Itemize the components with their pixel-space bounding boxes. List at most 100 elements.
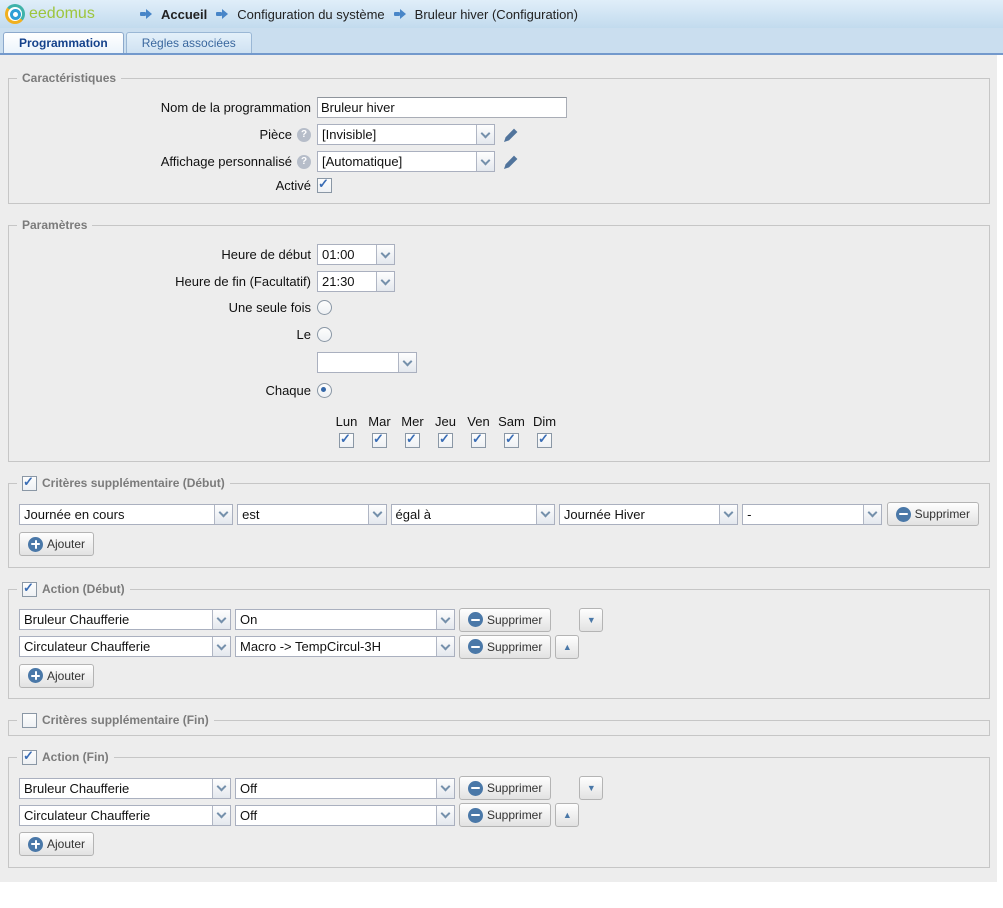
add-action-button[interactable]: Ajouter [19, 832, 94, 856]
action-row: Circulateur Chaufferie Off Supprimer ▲ [19, 803, 979, 827]
enabled-checkbox[interactable] [317, 178, 332, 193]
custom-display-select[interactable]: [Automatique] [317, 151, 495, 172]
each-radio[interactable] [317, 383, 332, 398]
programmation-name-input[interactable] [317, 97, 567, 118]
chevron-down-icon [398, 353, 416, 372]
delete-action-button[interactable]: Supprimer [459, 803, 551, 827]
plus-icon [28, 837, 43, 852]
action-device-select[interactable]: Circulateur Chaufferie [19, 805, 231, 826]
add-criteria-button[interactable]: Ajouter [19, 532, 94, 556]
section-action-debut: Action (Début) Bruleur Chaufferie On Sup… [8, 589, 990, 700]
day-checkbox-mer[interactable] [405, 433, 420, 448]
end-time-label: Heure de fin (Facultatif) [19, 274, 317, 289]
day-checkbox-jeu[interactable] [438, 433, 453, 448]
room-label: Pièce [259, 127, 292, 142]
arrow-up-icon: ▲ [563, 642, 572, 652]
move-up-button[interactable]: ▲ [555, 635, 579, 659]
arrow-down-icon: ▼ [587, 783, 596, 793]
minus-icon [468, 612, 483, 627]
action-row: Bruleur Chaufferie On Supprimer ▼ [19, 608, 979, 632]
day-label-dim: Dim [528, 414, 561, 429]
eedomus-logo[interactable]: eedomus [5, 4, 123, 24]
custom-display-label: Affichage personnalisé [161, 154, 292, 169]
tab-programmation[interactable]: Programmation [3, 32, 124, 53]
breadcrumb: Accueil Configuration du système Bruleur… [135, 7, 582, 22]
delete-criteria-button[interactable]: Supprimer [887, 502, 979, 526]
day-label-mar: Mar [363, 414, 396, 429]
section-parametres-title: Paramètres [22, 218, 87, 233]
chevron-down-icon [436, 779, 454, 798]
breadcrumb-config[interactable]: Configuration du système [237, 7, 384, 22]
action-device-select[interactable]: Bruleur Chaufferie [19, 609, 231, 630]
criteria-source-select[interactable]: Journée en cours [19, 504, 233, 525]
day-label-sam: Sam [495, 414, 528, 429]
move-up-button[interactable]: ▲ [555, 803, 579, 827]
help-icon[interactable]: ? [297, 128, 311, 142]
add-action-button[interactable]: Ajouter [19, 664, 94, 688]
action-value-select[interactable]: On [235, 609, 455, 630]
action-value-select[interactable]: Macro -> TempCircul-3H [235, 636, 455, 657]
section-caracteristiques: Caractéristiques Nom de la programmation… [8, 78, 990, 204]
action-device-select[interactable]: Circulateur Chaufferie [19, 636, 231, 657]
start-time-label: Heure de début [19, 247, 317, 262]
criteres-fin-checkbox[interactable] [22, 713, 37, 728]
day-label-ven: Ven [462, 414, 495, 429]
minus-icon [896, 507, 911, 522]
action-debut-checkbox[interactable] [22, 582, 37, 597]
move-down-button[interactable]: ▼ [579, 776, 603, 800]
criteria-extra-select[interactable]: - [742, 504, 881, 525]
day-checkbox-lun[interactable] [339, 433, 354, 448]
edit-display-pencil-icon[interactable] [503, 154, 519, 170]
minus-icon [468, 808, 483, 823]
edit-room-pencil-icon[interactable] [503, 127, 519, 143]
section-criteres-debut-title: Critères supplémentaire (Début) [42, 476, 225, 491]
criteria-verb-select[interactable]: est [237, 504, 386, 525]
delete-action-button[interactable]: Supprimer [459, 635, 551, 659]
breadcrumb-arrow-icon [139, 8, 153, 20]
section-action-debut-title: Action (Début) [42, 582, 125, 597]
date-select[interactable] [317, 352, 417, 373]
chevron-down-icon [436, 806, 454, 825]
day-checkbox-sam[interactable] [504, 433, 519, 448]
section-criteres-debut: Critères supplémentaire (Début) Journée … [8, 483, 990, 568]
start-time-select[interactable]: 01:00 [317, 244, 395, 265]
chevron-down-icon [719, 505, 737, 524]
action-fin-checkbox[interactable] [22, 750, 37, 765]
action-value-select[interactable]: Off [235, 778, 455, 799]
breadcrumb-home[interactable]: Accueil [161, 7, 207, 22]
action-row: Circulateur Chaufferie Macro -> TempCirc… [19, 635, 979, 659]
chevron-down-icon [376, 245, 394, 264]
on-date-radio[interactable] [317, 327, 332, 342]
action-row: Bruleur Chaufferie Off Supprimer ▼ [19, 776, 979, 800]
breadcrumb-arrow-icon [393, 8, 407, 20]
chevron-down-icon [476, 152, 494, 171]
room-select[interactable]: [Invisible] [317, 124, 495, 145]
chevron-down-icon [476, 125, 494, 144]
move-down-button[interactable]: ▼ [579, 608, 603, 632]
arrow-up-icon: ▲ [563, 810, 572, 820]
section-action-fin: Action (Fin) Bruleur Chaufferie Off Supp… [8, 757, 990, 868]
each-label: Chaque [19, 383, 317, 398]
tab-regles-associees[interactable]: Règles associées [126, 32, 252, 53]
criteria-operator-select[interactable]: égal à [391, 504, 555, 525]
once-radio[interactable] [317, 300, 332, 315]
chevron-down-icon [436, 610, 454, 629]
once-label: Une seule fois [19, 300, 317, 315]
day-checkbox-ven[interactable] [471, 433, 486, 448]
day-checkbox-dim[interactable] [537, 433, 552, 448]
section-parametres: Paramètres Heure de début 01:00 Heure de… [8, 225, 990, 462]
logo-text: eedomus [29, 5, 95, 23]
delete-action-button[interactable]: Supprimer [459, 776, 551, 800]
enabled-label: Activé [19, 178, 317, 193]
action-value-select[interactable]: Off [235, 805, 455, 826]
help-icon[interactable]: ? [297, 155, 311, 169]
criteria-value-select[interactable]: Journée Hiver [559, 504, 738, 525]
main-content: Caractéristiques Nom de la programmation… [0, 55, 997, 882]
action-device-select[interactable]: Bruleur Chaufferie [19, 778, 231, 799]
end-time-select[interactable]: 21:30 [317, 271, 395, 292]
chevron-down-icon [212, 806, 230, 825]
delete-action-button[interactable]: Supprimer [459, 608, 551, 632]
day-checkbox-mar[interactable] [372, 433, 387, 448]
criteres-debut-checkbox[interactable] [22, 476, 37, 491]
chevron-down-icon [436, 637, 454, 656]
